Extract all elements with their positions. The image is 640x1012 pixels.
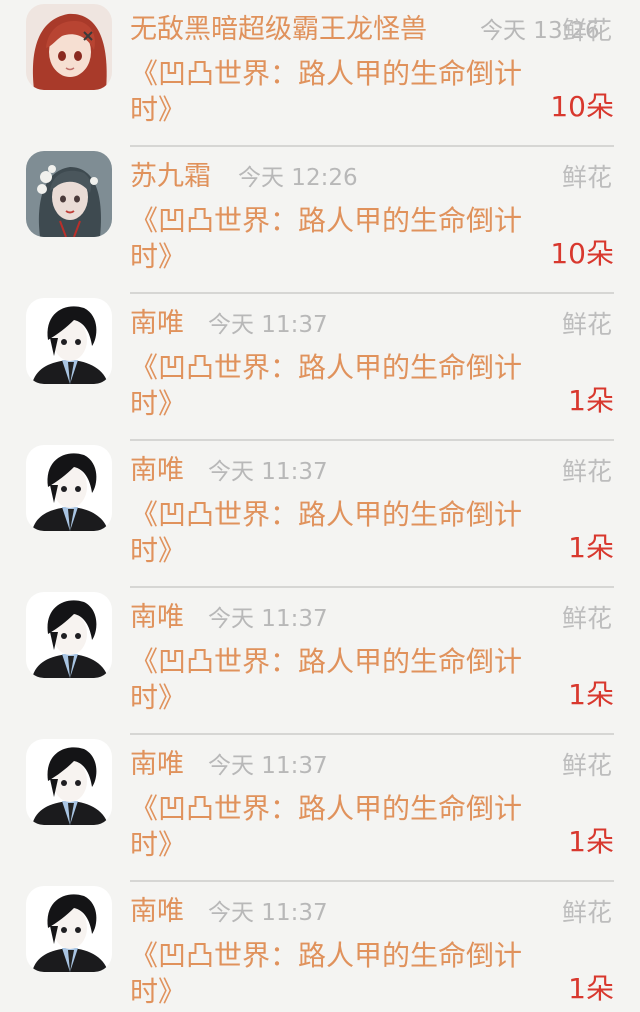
gift-type: 鲜花 [561,310,612,339]
sender-name[interactable]: 南唯 [130,304,184,344]
book-title[interactable]: 《凹凸世界：路人甲的生命倒计时》 [130,203,530,275]
sender-name[interactable]: 南唯 [130,598,184,638]
send-time: 今天 11:37 [208,459,328,485]
avatar[interactable] [26,4,112,90]
gift-count: 1朵 [568,972,614,1005]
avatar[interactable] [26,298,112,384]
avatar[interactable] [26,886,112,972]
list-item[interactable]: 无敌黑暗超级霸王龙怪兽 今天 13:26 鲜花 《凹凸世界：路人甲的生命倒计时》… [0,0,640,147]
send-time: 今天 11:37 [208,753,328,779]
list-item[interactable]: 苏九霜 今天 12:26 鲜花 《凹凸世界：路人甲的生命倒计时》 10朵 [0,147,640,294]
sender-name[interactable]: 苏九霜 [130,157,211,197]
gift-type: 鲜花 [561,163,612,192]
list-item[interactable]: 南唯 今天 11:37 鲜花 《凹凸世界：路人甲的生命倒计时》 1朵 [0,441,640,588]
red-hair-girl-avatar [26,4,112,90]
avatar[interactable] [26,445,112,531]
book-title[interactable]: 《凹凸世界：路人甲的生命倒计时》 [130,497,560,569]
book-title[interactable]: 《凹凸世界：路人甲的生命倒计时》 [130,56,530,128]
send-time: 今天 12:26 [238,165,358,191]
gift-type: 鲜花 [561,604,612,633]
list-item[interactable]: 南唯 今天 11:37 鲜花 《凹凸世界：路人甲的生命倒计时》 1朵 [0,294,640,441]
sender-name[interactable]: 无敌黑暗超级霸王龙怪兽 [130,10,427,50]
send-time: 今天 11:37 [208,606,328,632]
gift-count: 10朵 [550,237,614,270]
gift-count: 10朵 [550,90,614,123]
list-item[interactable]: 南唯 今天 11:37 鲜花 《凹凸世界：路人甲的生命倒计时》 1朵 [0,735,640,882]
gift-count: 1朵 [568,825,614,858]
dark-hair-boy-avatar [26,298,112,384]
avatar[interactable] [26,592,112,678]
book-title[interactable]: 《凹凸世界：路人甲的生命倒计时》 [130,644,560,716]
sender-name[interactable]: 南唯 [130,745,184,785]
send-time: 今天 11:37 [208,900,328,926]
list-item[interactable]: 南唯 今天 11:37 鲜花 《凹凸世界：路人甲的生命倒计时》 1朵 [0,588,640,735]
book-title[interactable]: 《凹凸世界：路人甲的生命倒计时》 [130,350,560,422]
gift-type: 鲜花 [561,16,612,45]
book-title[interactable]: 《凹凸世界：路人甲的生命倒计时》 [130,791,560,863]
sender-name[interactable]: 南唯 [130,892,184,932]
list-item[interactable]: 南唯 今天 11:37 鲜花 《凹凸世界：路人甲的生命倒计时》 1朵 [0,882,640,1012]
dark-hair-boy-avatar [26,886,112,972]
dark-hair-boy-avatar [26,739,112,825]
send-time: 今天 11:37 [208,312,328,338]
flower-girl-avatar [26,151,112,237]
gift-count: 1朵 [568,531,614,564]
gift-type: 鲜花 [561,751,612,780]
dark-hair-boy-avatar [26,445,112,531]
gift-type: 鲜花 [561,898,612,927]
gift-type: 鲜花 [561,457,612,486]
avatar[interactable] [26,739,112,825]
sender-name[interactable]: 南唯 [130,451,184,491]
book-title[interactable]: 《凹凸世界：路人甲的生命倒计时》 [130,938,560,1010]
avatar[interactable] [26,151,112,237]
dark-hair-boy-avatar [26,592,112,678]
gift-count: 1朵 [568,678,614,711]
gift-count: 1朵 [568,384,614,417]
